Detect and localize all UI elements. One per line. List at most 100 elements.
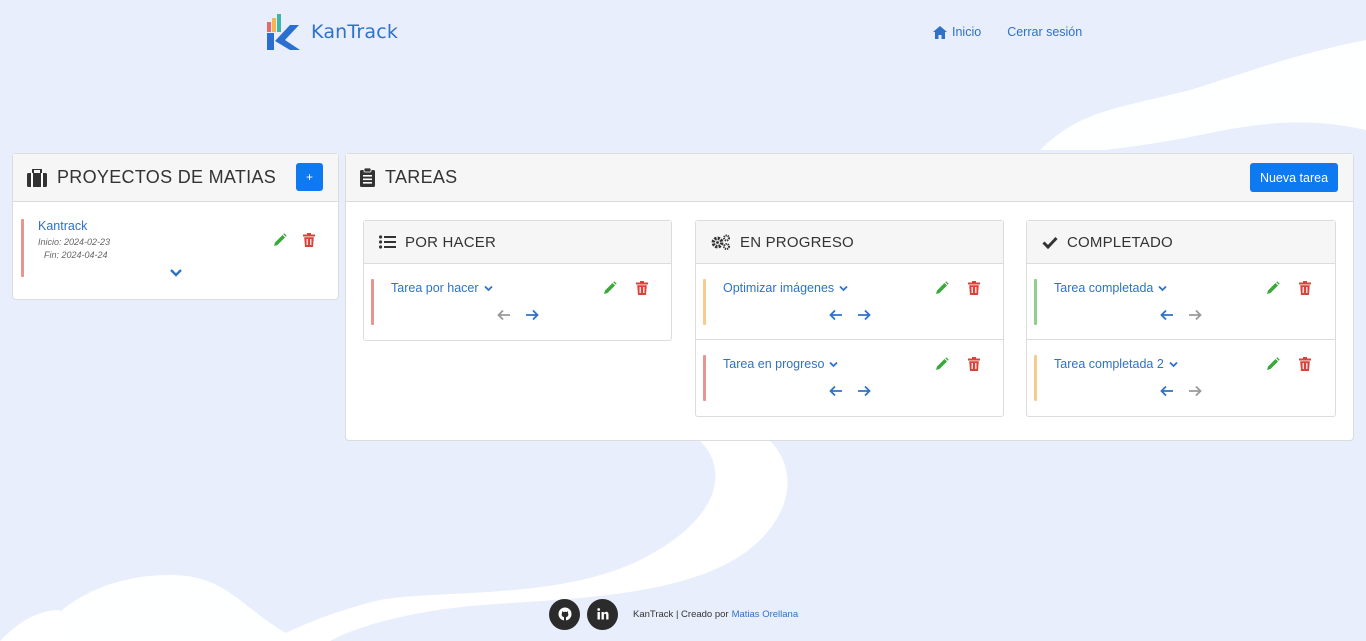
nav-logout-link[interactable]: Cerrar sesión bbox=[1007, 25, 1082, 39]
column-header: POR HACER bbox=[364, 221, 671, 264]
column-done: COMPLETADO Tarea completada Tarea comple… bbox=[1026, 220, 1336, 417]
arrow-right-icon bbox=[858, 309, 871, 321]
projects-card: PROYECTOS DE MATIAS + Kantrack Inicio: 2… bbox=[12, 153, 339, 300]
trash-icon bbox=[968, 281, 980, 295]
move-left-button[interactable] bbox=[829, 309, 843, 321]
move-right-button[interactable] bbox=[1188, 309, 1202, 321]
delete-task-button[interactable] bbox=[1298, 357, 1312, 371]
task-title[interactable]: Tarea completada 2 bbox=[1054, 357, 1178, 371]
delete-task-button[interactable] bbox=[635, 281, 649, 295]
edit-task-button[interactable] bbox=[935, 281, 949, 295]
task-card: Optimizar imágenes bbox=[696, 264, 1003, 340]
main-nav: Inicio Cerrar sesión bbox=[933, 25, 1082, 39]
edit-task-button[interactable] bbox=[1266, 357, 1280, 371]
tasks-card: TAREAS Nueva tarea POR HACER Tarea por h… bbox=[345, 153, 1354, 441]
pencil-icon bbox=[936, 281, 949, 294]
chevron-down-icon bbox=[829, 361, 839, 367]
list-icon bbox=[379, 235, 396, 249]
arrow-left-icon bbox=[497, 309, 510, 321]
move-left-button[interactable] bbox=[1160, 309, 1174, 321]
arrow-left-icon bbox=[1160, 385, 1173, 397]
task-color-bar bbox=[371, 279, 374, 325]
trash-icon bbox=[968, 357, 980, 371]
move-left-button[interactable] bbox=[829, 385, 843, 397]
delete-task-button[interactable] bbox=[967, 281, 981, 295]
move-right-button[interactable] bbox=[857, 385, 871, 397]
task-card: Tarea completada bbox=[1027, 264, 1335, 340]
chevron-down-icon bbox=[839, 285, 848, 291]
move-right-button[interactable] bbox=[525, 309, 539, 321]
chevron-down-icon[interactable] bbox=[170, 268, 182, 278]
new-task-button[interactable]: Nueva tarea bbox=[1250, 163, 1338, 192]
github-link[interactable] bbox=[549, 598, 580, 630]
clipboard-icon bbox=[360, 168, 375, 187]
author-link[interactable]: Matias Orellana bbox=[732, 609, 799, 620]
edit-task-button[interactable] bbox=[603, 281, 617, 295]
move-right-button[interactable] bbox=[857, 309, 871, 321]
delete-task-button[interactable] bbox=[967, 357, 981, 371]
project-name[interactable]: Kantrack bbox=[38, 219, 87, 233]
arrow-left-icon bbox=[829, 385, 842, 397]
project-color-bar bbox=[21, 219, 24, 277]
nav-home-label: Inicio bbox=[952, 25, 982, 39]
projects-title: PROYECTOS DE MATIAS bbox=[57, 167, 277, 187]
task-color-bar bbox=[703, 279, 706, 325]
checkmark-icon bbox=[1042, 236, 1058, 249]
edit-task-button[interactable] bbox=[1266, 281, 1280, 295]
arrow-right-icon bbox=[1189, 309, 1202, 321]
github-icon bbox=[558, 607, 571, 621]
kantrack-logo-icon bbox=[267, 14, 300, 50]
linkedin-link[interactable] bbox=[587, 598, 618, 630]
pencil-icon bbox=[1267, 357, 1280, 370]
column-title: EN PROGRESO bbox=[740, 233, 854, 251]
trash-icon bbox=[1299, 281, 1311, 295]
arrow-right-icon bbox=[1189, 385, 1202, 397]
project-start-date: Inicio: 2024-02-23 bbox=[38, 237, 111, 247]
task-title[interactable]: Tarea por hacer bbox=[391, 281, 493, 295]
task-color-bar bbox=[703, 355, 706, 401]
footer-credit: KanTrack | Creado por bbox=[633, 608, 729, 620]
task-color-bar bbox=[1034, 355, 1037, 401]
arrow-right-icon bbox=[526, 309, 539, 321]
add-project-button[interactable]: + bbox=[296, 163, 323, 191]
pencil-icon bbox=[604, 281, 617, 294]
column-header: COMPLETADO bbox=[1027, 221, 1335, 264]
edit-task-button[interactable] bbox=[935, 357, 949, 371]
arrow-left-icon bbox=[1160, 309, 1173, 321]
task-title[interactable]: Optimizar imágenes bbox=[723, 281, 848, 295]
gears-icon bbox=[711, 234, 730, 250]
task-title[interactable]: Tarea en progreso bbox=[723, 357, 839, 371]
nav-home-link[interactable]: Inicio bbox=[933, 25, 981, 39]
pencil-icon bbox=[936, 357, 949, 370]
task-title-text: Optimizar imágenes bbox=[723, 281, 835, 295]
delete-task-button[interactable] bbox=[1298, 281, 1312, 295]
brand-logo[interactable]: KanTrack bbox=[265, 13, 398, 51]
pencil-icon bbox=[274, 233, 287, 246]
column-header: EN PROGRESO bbox=[696, 221, 1003, 264]
home-icon bbox=[933, 25, 947, 39]
project-end-date: Fin: 2024-04-24 bbox=[44, 250, 108, 260]
linkedin-icon bbox=[596, 608, 608, 620]
top-header: KanTrack Inicio Cerrar sesión bbox=[0, 0, 1366, 64]
move-left-button[interactable] bbox=[1160, 385, 1174, 397]
trash-icon bbox=[636, 281, 648, 295]
task-card: Tarea en progreso bbox=[696, 340, 1003, 416]
task-title-text: Tarea por hacer bbox=[391, 281, 479, 295]
chevron-down-icon bbox=[1169, 361, 1178, 367]
chevron-down-icon bbox=[483, 285, 493, 291]
column-in-progress: EN PROGRESO Optimizar imágenes Tarea en … bbox=[695, 220, 1004, 417]
chevron-down-icon bbox=[1158, 285, 1168, 291]
task-title[interactable]: Tarea completada bbox=[1054, 281, 1168, 295]
project-item[interactable]: Kantrack Inicio: 2024-02-23 Fin: 2024-04… bbox=[13, 202, 338, 300]
move-left-button[interactable] bbox=[497, 309, 511, 321]
move-right-button[interactable] bbox=[1188, 385, 1202, 397]
column-title: POR HACER bbox=[405, 233, 496, 251]
task-title-text: Tarea completada bbox=[1054, 281, 1154, 295]
column-todo: POR HACER Tarea por hacer bbox=[363, 220, 672, 341]
task-card: Tarea por hacer bbox=[364, 264, 671, 340]
edit-project-button[interactable] bbox=[273, 233, 287, 247]
tasks-header: TAREAS Nueva tarea bbox=[346, 154, 1353, 202]
delete-project-button[interactable] bbox=[302, 233, 316, 247]
nav-logout-label: Cerrar sesión bbox=[1007, 25, 1083, 39]
arrow-left-icon bbox=[829, 309, 842, 321]
